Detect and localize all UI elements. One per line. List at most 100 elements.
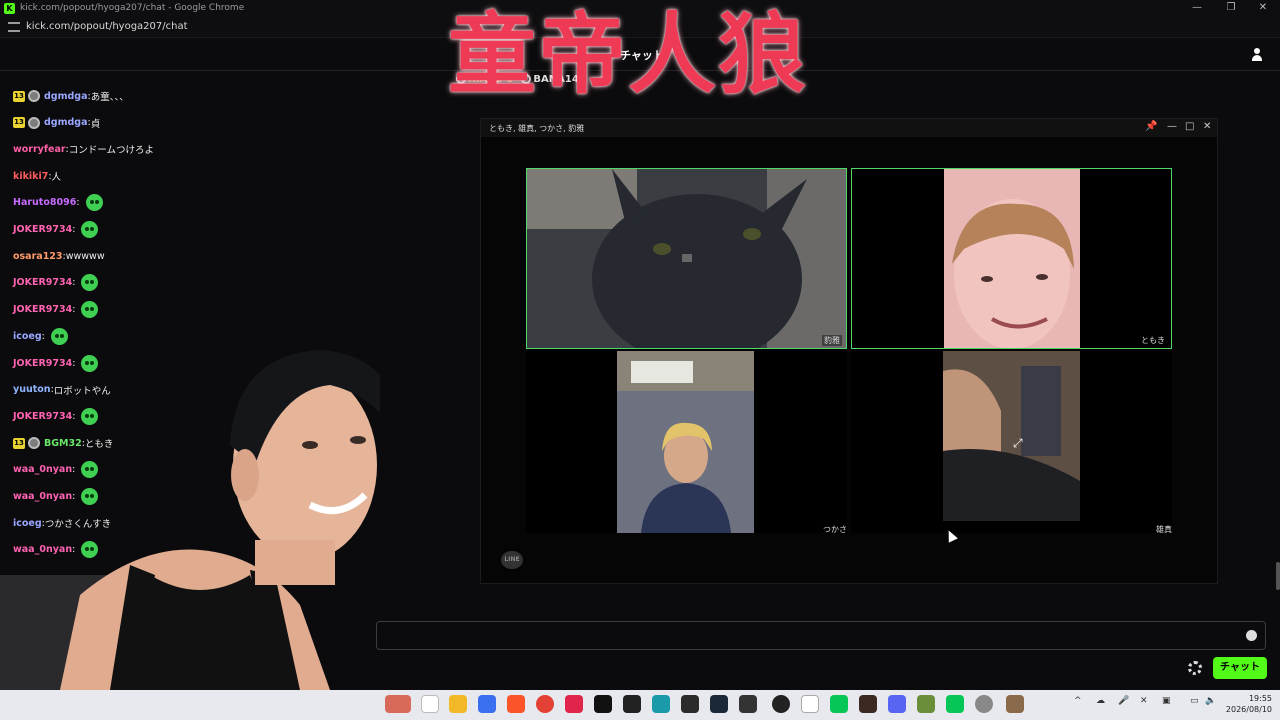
taskbar-app-icon[interactable] <box>565 695 583 713</box>
chat-message: 13 dgmdga: あ童、、、 <box>13 86 129 106</box>
video-tile[interactable]: つかさ <box>526 351 847 534</box>
user-badge-icon <box>28 116 40 129</box>
clock-date: 2026/08/10 <box>1225 705 1272 714</box>
chrome-icon[interactable] <box>536 695 554 713</box>
svg-text:⤢: ⤢ <box>1012 436 1023 450</box>
chat-text: wwwww <box>65 250 105 262</box>
cloud-icon[interactable]: ☁ <box>1096 696 1105 706</box>
taskbar-app-icon[interactable] <box>623 695 641 713</box>
chat-separator: : <box>76 197 80 209</box>
taskbar-app-icon[interactable] <box>478 695 496 713</box>
restore-icon[interactable]: ❐ <box>1214 0 1248 16</box>
chat-message: worryfear: コンドームつけろよ <box>13 139 154 159</box>
video-tile[interactable]: 豹雅 <box>526 168 847 349</box>
maximize-icon[interactable]: □ <box>1185 121 1194 132</box>
chat-username[interactable]: icoeg <box>13 331 42 342</box>
chat-username[interactable]: JOKER9734 <box>13 224 72 235</box>
chat-input[interactable] <box>376 621 1266 650</box>
minecraft-icon[interactable] <box>917 695 935 713</box>
taskbar-app-icon[interactable] <box>739 695 757 713</box>
participant-name: 豹雅 <box>822 335 842 346</box>
steam-icon[interactable] <box>710 695 728 713</box>
taskbar-app-icon[interactable] <box>385 695 411 713</box>
emote-icon <box>81 221 99 238</box>
call-participants: ともき, 雄真, つかさ, 豹雅 <box>489 123 585 133</box>
chat-message: kikiki7: 人 <box>13 166 61 186</box>
call-titlebar: ともき, 雄真, つかさ, 豹雅 📌 — □ ✕ <box>481 119 1217 137</box>
kick-logo-icon: K <box>4 2 15 14</box>
chat-username[interactable]: JOKER9734 <box>13 277 72 288</box>
taskbar-app-icon[interactable] <box>859 695 877 713</box>
taskbar-app-icon[interactable] <box>1006 695 1024 713</box>
network-icon[interactable]: ▭ <box>1190 696 1199 706</box>
emote-icon <box>81 301 99 319</box>
minimize-icon[interactable]: — <box>1180 0 1214 16</box>
chat-separator: : <box>72 277 76 289</box>
chat-message: icoeg: <box>13 326 68 346</box>
streamer-webcam-overlay <box>0 350 380 690</box>
chat-separator: : <box>72 304 76 316</box>
chat-username[interactable]: dgmdga <box>44 117 88 128</box>
chat-username[interactable]: Haruto8096 <box>13 197 76 208</box>
chat-text: コンドームつけろよ <box>68 145 154 157</box>
taskbar-app-icon[interactable] <box>421 695 439 713</box>
user-badge-icon <box>28 90 40 102</box>
participant-video-feed <box>526 351 847 533</box>
line-icon[interactable] <box>830 695 848 713</box>
taskbar-app-icon[interactable] <box>681 695 699 713</box>
discord-icon[interactable] <box>888 695 906 713</box>
video-tile[interactable]: ともき <box>851 168 1172 349</box>
minimize-icon[interactable]: — <box>1167 121 1177 132</box>
chat-username[interactable]: osara123 <box>13 251 63 262</box>
site-settings-icon[interactable] <box>8 21 20 32</box>
chat-username[interactable]: kikiki7 <box>13 171 48 182</box>
subscriber-badge: 13 <box>13 117 25 129</box>
close-icon[interactable]: ✕ <box>1203 121 1211 132</box>
screen: K kick.com/popout/hyoga207/chat - Google… <box>0 0 1280 720</box>
chat-username[interactable]: JOKER9734 <box>13 304 72 315</box>
chat-message: 13 dgmdga: 貞 <box>13 113 100 133</box>
participant-name: ともき <box>1139 335 1167 346</box>
send-chat-button[interactable]: チャット <box>1213 657 1267 679</box>
brave-icon[interactable] <box>507 695 525 713</box>
chat-text: あ童、、、 <box>90 92 129 103</box>
url-text[interactable]: kick.com/popout/hyoga207/chat <box>26 21 188 32</box>
emote-icon <box>81 274 99 292</box>
subscriber-badge: 13 <box>13 90 25 102</box>
tiktok-icon[interactable] <box>594 695 612 713</box>
chat-username[interactable]: dgmdga <box>44 91 88 102</box>
gear-icon[interactable] <box>1188 661 1202 675</box>
taskbar-app-icon[interactable] <box>652 695 670 713</box>
taskbar-clock[interactable]: 19:55 2026/08/10 <box>1220 693 1272 715</box>
tray-app-icon[interactable]: ▣ <box>1162 696 1171 706</box>
chat-username[interactable]: worryfear <box>13 144 66 155</box>
video-call-window[interactable]: ともき, 雄真, つかさ, 豹雅 📌 — □ ✕ 豹雅 ともき つかさ ⤢ 雄真… <box>480 118 1218 584</box>
chevron-up-icon[interactable]: ^ <box>1074 696 1082 706</box>
stream-overlay-title: 童帝人狼 <box>448 2 809 106</box>
pin-icon[interactable]: 📌 <box>1145 121 1157 132</box>
line-app-icon: LINE <box>501 551 523 569</box>
window-title: kick.com/popout/hyoga207/chat - Google C… <box>20 3 245 13</box>
chat-message: osara123: wwwww <box>13 246 105 266</box>
chat-message: JOKER9734: <box>13 273 99 293</box>
microphone-icon[interactable]: 🎤 <box>1118 696 1129 706</box>
chat-message: JOKER9734: <box>13 220 99 240</box>
taskbar-app-icon[interactable] <box>801 695 819 713</box>
emote-icon <box>85 194 103 212</box>
bluetooth-icon[interactable]: ✕ <box>1140 696 1148 706</box>
settings-icon[interactable] <box>975 695 993 713</box>
user-list-icon[interactable] <box>1252 47 1268 63</box>
volume-icon[interactable]: 🔈 <box>1205 696 1216 706</box>
close-icon[interactable]: ✕ <box>1246 0 1280 16</box>
folder-icon[interactable] <box>449 695 467 713</box>
taskbar: ^ ☁ 🎤 ✕ ▣ ▭ 🔈 19:55 2026/08/10 <box>0 690 1280 720</box>
clock-time: 19:55 <box>1248 694 1272 703</box>
line-icon[interactable] <box>946 695 964 713</box>
scrollbar[interactable] <box>1276 562 1280 590</box>
chat-separator: : <box>41 330 45 342</box>
emoji-icon[interactable] <box>1246 630 1257 641</box>
video-tile[interactable]: ⤢ 雄真 <box>851 351 1172 534</box>
cat-video-feed <box>527 169 846 348</box>
participant-name: つかさ <box>823 525 847 534</box>
obs-icon[interactable] <box>772 695 790 713</box>
